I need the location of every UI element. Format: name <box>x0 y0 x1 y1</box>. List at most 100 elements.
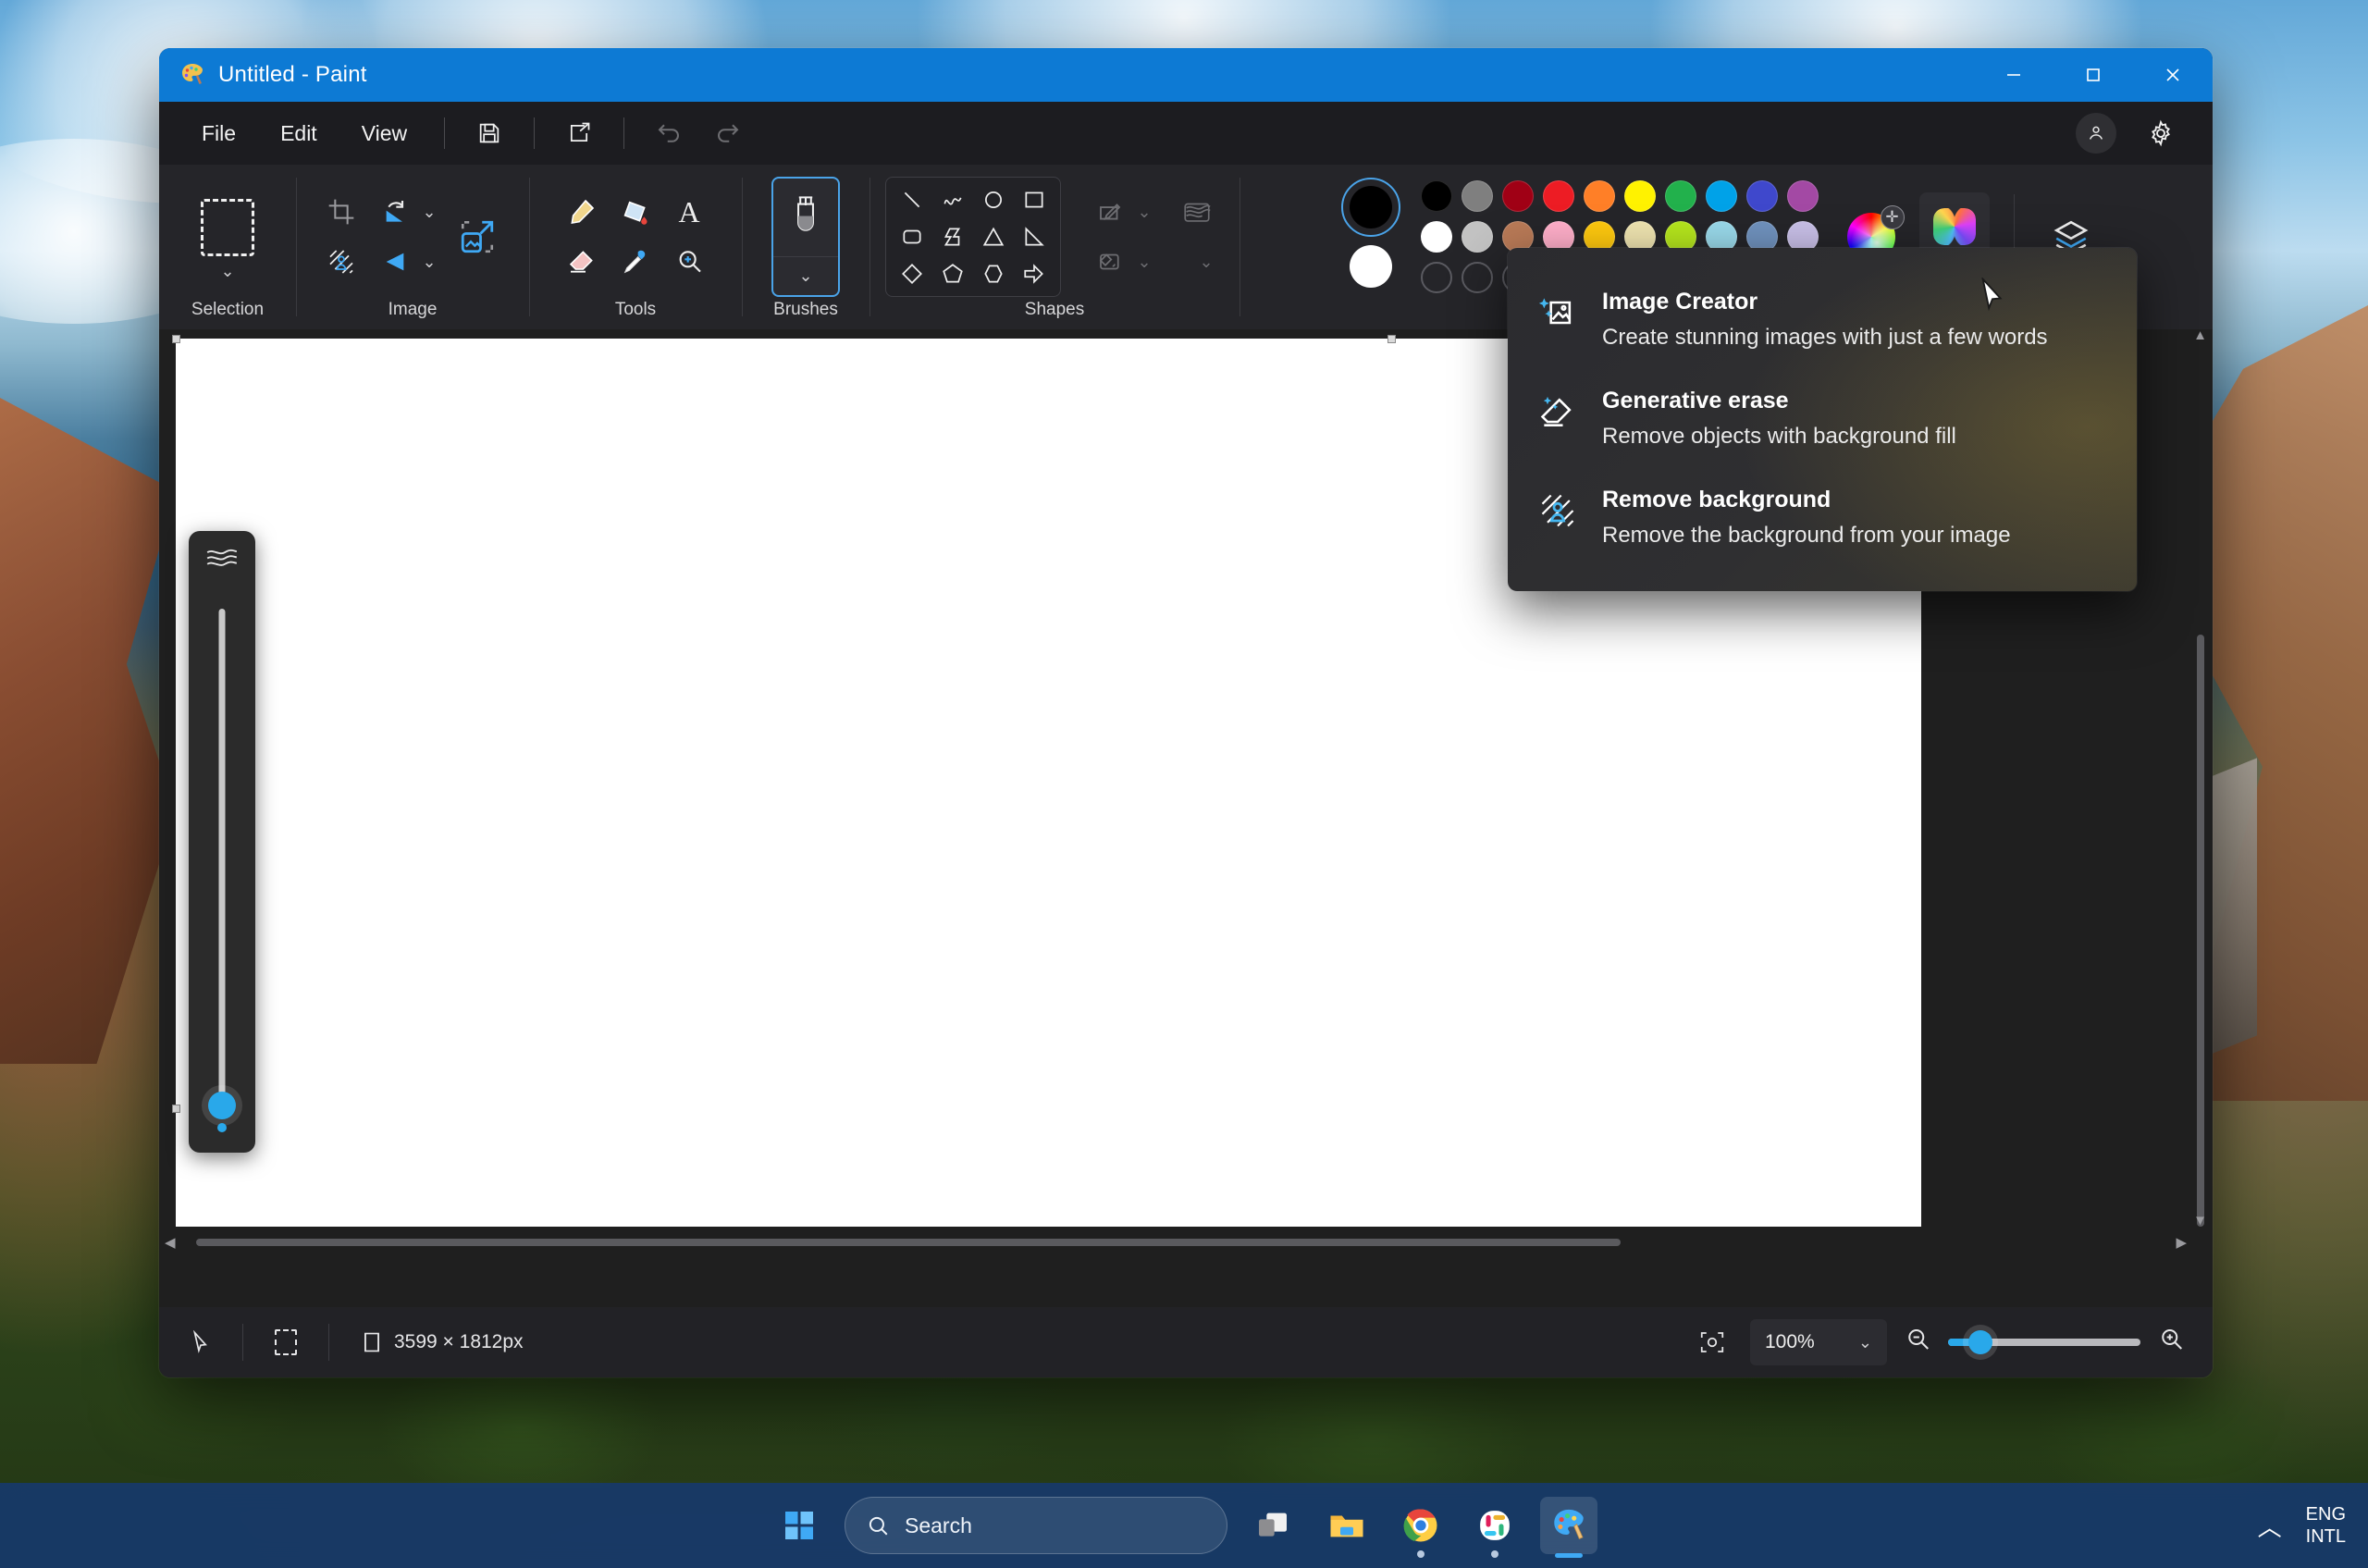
custom-color-slot[interactable] <box>1420 262 1452 293</box>
account-icon[interactable] <box>2076 113 2116 154</box>
color-picker-tool[interactable] <box>609 237 662 287</box>
fill-shape-dropdown[interactable]: ⌄ <box>1137 253 1151 272</box>
zoom-slider[interactable] <box>1948 1330 2140 1354</box>
resize-image-tool[interactable] <box>444 204 511 270</box>
zoom-level-select[interactable]: 100% ⌄ <box>1750 1319 1887 1365</box>
language-indicator[interactable]: ENG INTL <box>2306 1503 2346 1549</box>
menu-file[interactable]: File <box>181 111 256 156</box>
color-swatch[interactable] <box>1501 180 1534 212</box>
brush-size-thumb[interactable] <box>208 1092 236 1119</box>
pencil-tool[interactable] <box>555 187 609 237</box>
shape-style-tool[interactable] <box>1170 187 1224 237</box>
zoom-out-button[interactable] <box>1904 1326 1931 1359</box>
color-swatch[interactable] <box>1542 180 1574 212</box>
chevron-up-icon[interactable]: ︿ <box>2258 1509 2282 1543</box>
color-swatch[interactable] <box>1745 180 1778 212</box>
shape-arrow-right[interactable] <box>1014 255 1054 292</box>
brush-size-slider[interactable] <box>189 531 255 1153</box>
primary-color-swatch[interactable] <box>1340 178 1400 237</box>
scroll-right-arrow-icon[interactable]: ▶ <box>2176 1234 2187 1251</box>
menu-item-image-creator[interactable]: Image Creator Create stunning images wit… <box>1508 270 2137 369</box>
menu-item-remove-background[interactable]: Remove background Remove the background … <box>1508 468 2137 567</box>
flip-tool[interactable] <box>368 237 422 287</box>
image-creator-icon <box>1537 292 1578 333</box>
rotate-dropdown[interactable]: ⌄ <box>422 203 436 222</box>
color-swatch[interactable] <box>1461 180 1493 212</box>
rectangular-selection-tool[interactable] <box>201 193 254 262</box>
zoom-slider-thumb[interactable] <box>1968 1330 1992 1354</box>
color-swatch[interactable] <box>1461 221 1493 253</box>
menu-view[interactable]: View <box>341 111 427 156</box>
shape-polygon[interactable] <box>932 218 973 255</box>
start-button[interactable] <box>771 1497 828 1554</box>
rotate-tool[interactable] <box>368 187 422 237</box>
shape-pentagon[interactable] <box>932 255 973 292</box>
color-swatch[interactable] <box>1786 180 1819 212</box>
brushes-dropdown[interactable]: ⌄ <box>773 256 838 295</box>
shape-rounded-rectangle[interactable] <box>892 218 932 255</box>
brushes-tool[interactable]: ⌄ <box>771 177 840 297</box>
vertical-scrollbar-thumb[interactable] <box>2197 635 2204 1227</box>
outline-tool[interactable] <box>1083 187 1137 237</box>
undo-icon[interactable] <box>641 111 697 155</box>
horizontal-scrollbar[interactable] <box>168 1236 2176 1249</box>
search-input[interactable]: Search <box>845 1497 1227 1554</box>
fill-tool[interactable] <box>609 187 662 237</box>
text-tool[interactable]: A <box>662 187 716 237</box>
shape-line[interactable] <box>892 181 932 218</box>
scroll-down-arrow-icon[interactable]: ▼ <box>2193 1213 2207 1228</box>
shape-hexagon[interactable] <box>973 255 1014 292</box>
color-swatch[interactable] <box>1420 221 1452 253</box>
outline-dropdown[interactable]: ⌄ <box>1137 203 1151 222</box>
shape-triangle[interactable] <box>973 218 1014 255</box>
flip-dropdown[interactable]: ⌄ <box>422 253 436 272</box>
close-button[interactable] <box>2133 48 2213 102</box>
scroll-left-arrow-icon[interactable]: ◀ <box>165 1234 176 1251</box>
color-swatch[interactable] <box>1705 180 1737 212</box>
eraser-tool[interactable] <box>555 237 609 287</box>
menu-item-description: Remove objects with background fill <box>1602 424 1956 449</box>
taskbar-task-view[interactable] <box>1244 1497 1301 1554</box>
color-swatch[interactable] <box>1623 180 1656 212</box>
share-icon[interactable] <box>551 111 607 155</box>
save-icon[interactable] <box>462 111 517 155</box>
vertical-scrollbar[interactable] <box>2194 339 2207 1227</box>
horizontal-scrollbar-thumb[interactable] <box>196 1239 1621 1246</box>
shape-oval[interactable] <box>973 181 1014 218</box>
redo-icon[interactable] <box>700 111 756 155</box>
menu-item-title: Remove background <box>1602 487 1832 512</box>
shape-right-triangle[interactable] <box>1014 218 1054 255</box>
selection-size-cell <box>243 1322 328 1363</box>
shape-rectangle[interactable] <box>1014 181 1054 218</box>
taskbar-chrome[interactable] <box>1392 1497 1449 1558</box>
taskbar-file-explorer[interactable] <box>1318 1497 1375 1554</box>
fill-shape-tool[interactable] <box>1083 237 1137 287</box>
menu-edit[interactable]: Edit <box>260 111 338 156</box>
zoom-in-button[interactable] <box>2157 1326 2185 1359</box>
shape-diamond[interactable] <box>892 255 932 292</box>
brush-size-track[interactable] <box>218 609 226 1099</box>
canvas-handle[interactable] <box>172 335 180 343</box>
magnifier-tool[interactable] <box>662 237 716 287</box>
color-swatch[interactable] <box>1583 180 1615 212</box>
canvas-handle[interactable] <box>1388 335 1396 343</box>
selection-dropdown[interactable]: ⌄ <box>220 262 234 281</box>
remove-background-tool[interactable] <box>314 237 368 287</box>
shape-curve[interactable] <box>932 181 973 218</box>
maximize-button[interactable] <box>2054 48 2133 102</box>
crop-tool[interactable] <box>314 187 368 237</box>
fit-to-window-button[interactable] <box>1691 1322 1733 1363</box>
minimize-button[interactable] <box>1974 48 2054 102</box>
custom-color-slot[interactable] <box>1461 262 1493 293</box>
ribbon-group-label-tools: Tools <box>614 300 657 319</box>
taskbar-paint[interactable] <box>1540 1497 1597 1558</box>
color-swatch[interactable] <box>1420 180 1452 212</box>
settings-gear-icon[interactable] <box>2133 111 2189 155</box>
scroll-up-arrow-icon[interactable]: ▲ <box>2193 327 2207 343</box>
secondary-color-swatch[interactable] <box>1349 245 1392 288</box>
menu-item-generative-erase[interactable]: Generative erase Remove objects with bac… <box>1508 369 2137 468</box>
canvas-handle[interactable] <box>172 1105 180 1113</box>
color-swatch[interactable] <box>1664 180 1696 212</box>
taskbar-slack[interactable] <box>1466 1497 1523 1558</box>
shapes-overflow-dropdown[interactable]: ⌄ <box>1200 253 1214 272</box>
